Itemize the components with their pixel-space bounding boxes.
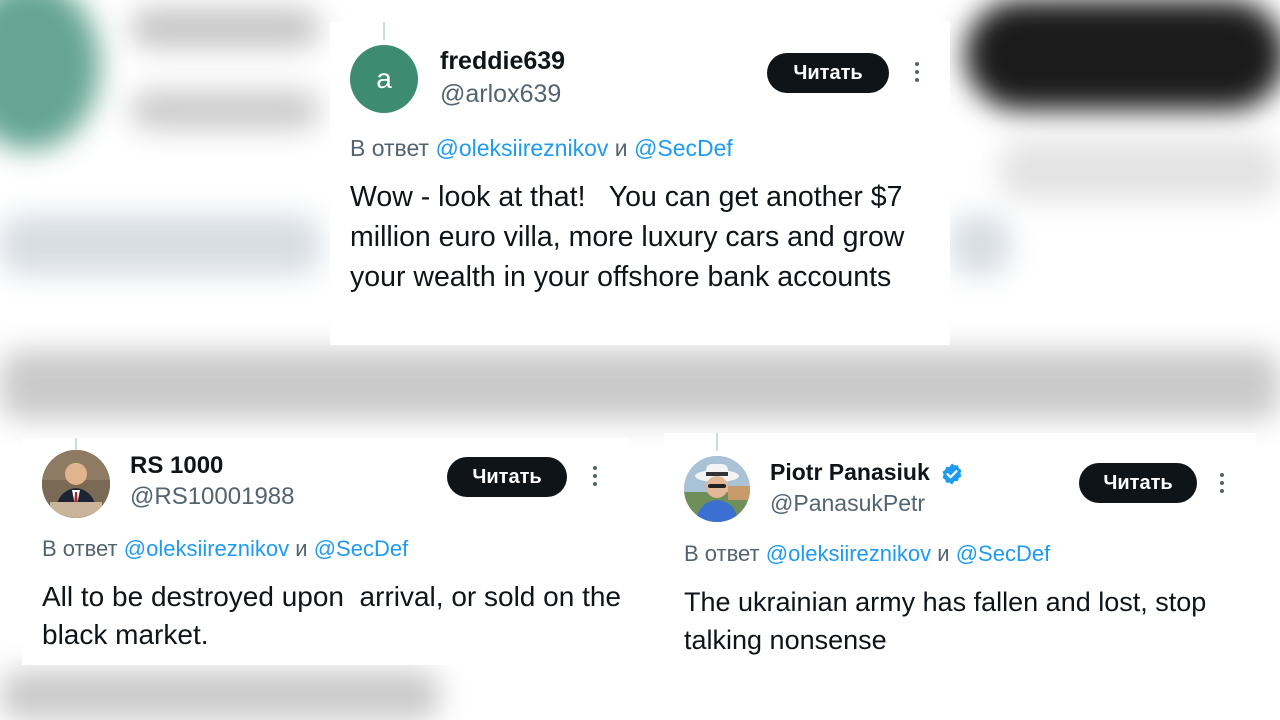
user-handle[interactable]: @arlox639 — [440, 80, 561, 109]
avatar[interactable]: a — [350, 45, 418, 113]
mention-link[interactable]: @SecDef — [956, 541, 1050, 566]
avatar-letter: a — [376, 63, 392, 94]
blurred-avatar-shape — [0, 0, 100, 150]
reply-context: В ответ @oleksiireznikov и @SecDef — [350, 135, 733, 162]
more-options-icon[interactable] — [1217, 473, 1227, 493]
photo-avatar-icon — [42, 450, 110, 518]
display-name-text: Piotr Panasiuk — [770, 459, 930, 485]
tweet-text: Wow - look at that! You can get another … — [350, 181, 913, 293]
mention-link[interactable]: @oleksiireznikov — [766, 541, 931, 566]
mention-link[interactable]: @SecDef — [634, 135, 733, 161]
display-name[interactable]: RS 1000 — [130, 452, 223, 480]
thread-line — [716, 433, 718, 451]
user-handle[interactable]: @PanasukPetr — [770, 490, 925, 517]
more-options-icon[interactable] — [912, 62, 922, 82]
mention-link[interactable]: @oleksiireznikov — [124, 536, 289, 561]
tweet-text: The ukrainian army has fallen and lost, … — [684, 587, 1214, 655]
avatar[interactable] — [42, 450, 110, 518]
reply-prefix: В ответ — [350, 135, 430, 161]
read-button[interactable]: Читать — [447, 457, 567, 497]
blurred-text-shape — [1000, 140, 1280, 200]
read-button[interactable]: Читать — [767, 53, 889, 93]
tweet-card-rs1000: RS 1000 @RS10001988 Читать В ответ @olek… — [22, 438, 630, 665]
blurred-text-shape — [0, 350, 1280, 420]
reply-conj: и — [614, 135, 628, 161]
blurred-text-shape — [950, 215, 1010, 275]
tweet-text: All to be destroyed upon arrival, or sol… — [42, 581, 629, 650]
reply-context: В ответ @oleksiireznikov и @SecDef — [42, 536, 408, 562]
blurred-text-shape — [0, 670, 440, 720]
read-button[interactable]: Читать — [1079, 463, 1197, 503]
mention-link[interactable]: @oleksiireznikov — [435, 135, 608, 161]
mention-link[interactable]: @SecDef — [314, 536, 408, 561]
reply-prefix: В ответ — [42, 536, 118, 561]
thread-line — [383, 22, 385, 40]
tweet-card-piotr-panasiuk: Piotr Panasiuk @PanasukPetr Читать В отв… — [664, 433, 1256, 663]
more-options-icon[interactable] — [590, 466, 600, 486]
blurred-text-shape — [0, 215, 320, 275]
reply-conj: и — [937, 541, 950, 566]
display-name[interactable]: freddie639 — [440, 47, 565, 76]
photo-avatar-icon — [684, 456, 750, 522]
blurred-text-shape — [130, 8, 320, 48]
blurred-button-shape — [965, 0, 1280, 110]
avatar[interactable] — [684, 456, 750, 522]
user-handle[interactable]: @RS10001988 — [130, 483, 294, 511]
display-name[interactable]: Piotr Panasiuk — [770, 459, 964, 486]
reply-prefix: В ответ — [684, 541, 760, 566]
blurred-text-shape — [130, 90, 320, 130]
reply-context: В ответ @oleksiireznikov и @SecDef — [684, 541, 1050, 567]
verified-badge-icon — [942, 463, 962, 485]
reply-conj: и — [295, 536, 308, 561]
tweet-card-freddie639: a freddie639 @arlox639 Читать В ответ @o… — [330, 22, 950, 345]
